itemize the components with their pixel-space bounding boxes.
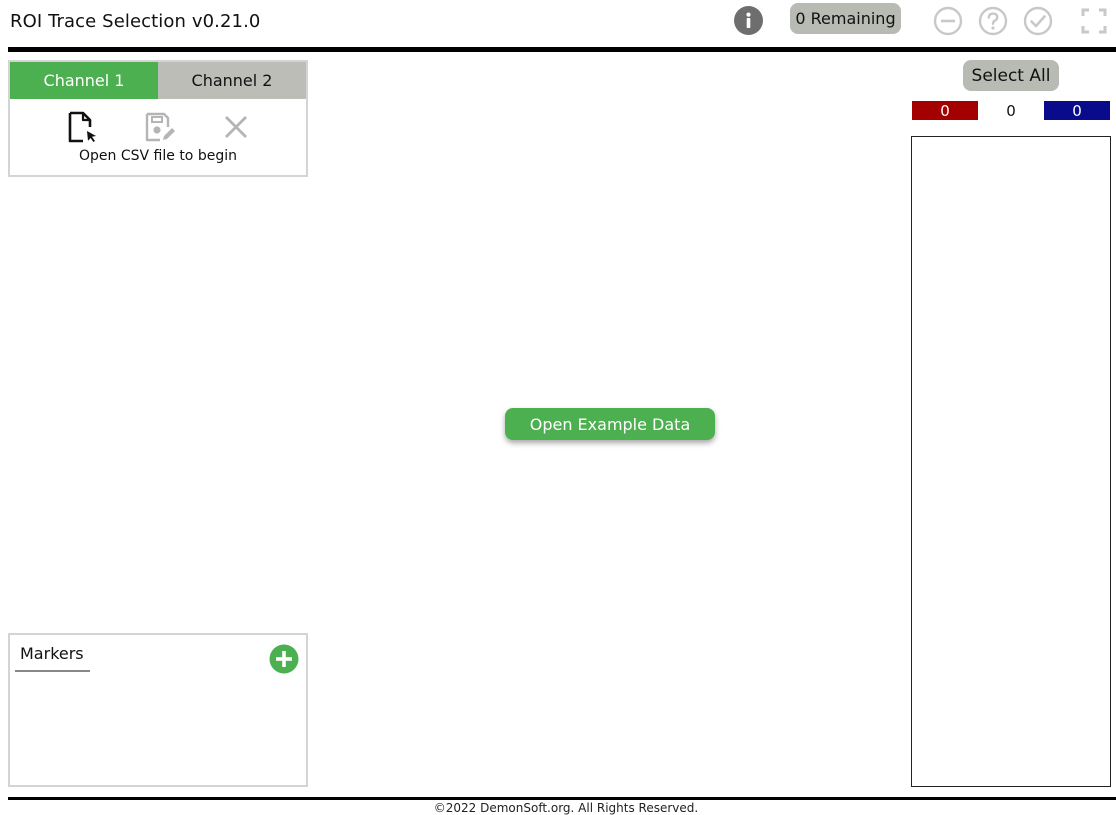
question-circle-icon[interactable]	[978, 6, 1008, 36]
info-icon[interactable]	[734, 6, 763, 35]
accepted-count: 0	[1044, 101, 1110, 120]
save-file-icon[interactable]	[144, 111, 176, 143]
header-divider	[8, 47, 1116, 52]
select-all-button[interactable]: Select All	[963, 60, 1059, 91]
tab-channel-1[interactable]: Channel 1	[10, 62, 158, 99]
channel-panel: Channel 1 Channel 2 Open CSV file to beg…	[8, 60, 308, 177]
csv-hint: Open CSV file to begin	[79, 148, 237, 164]
rejected-count: 0	[912, 101, 978, 120]
app-title: ROI Trace Selection v0.21.0	[10, 11, 261, 32]
check-circle-icon[interactable]	[1023, 6, 1053, 36]
copyright-text: ©2022 DemonSoft.org. All Rights Reserved…	[433, 801, 699, 815]
fullscreen-icon[interactable]	[1079, 6, 1109, 36]
remaining-badge: 0 Remaining	[790, 3, 901, 34]
markers-panel: Markers	[8, 633, 308, 787]
trace-list[interactable]	[911, 136, 1111, 787]
footer-divider	[8, 797, 1116, 800]
tab-channel-2[interactable]: Channel 2	[158, 62, 306, 99]
open-example-data-button[interactable]: Open Example Data	[505, 408, 715, 440]
close-icon[interactable]	[220, 111, 252, 143]
open-file-icon[interactable]	[67, 111, 99, 143]
minus-circle-icon[interactable]	[933, 6, 963, 36]
add-circle-icon[interactable]	[269, 644, 299, 674]
markers-title[interactable]: Markers	[15, 644, 90, 672]
unassigned-count: 0	[978, 101, 1044, 120]
